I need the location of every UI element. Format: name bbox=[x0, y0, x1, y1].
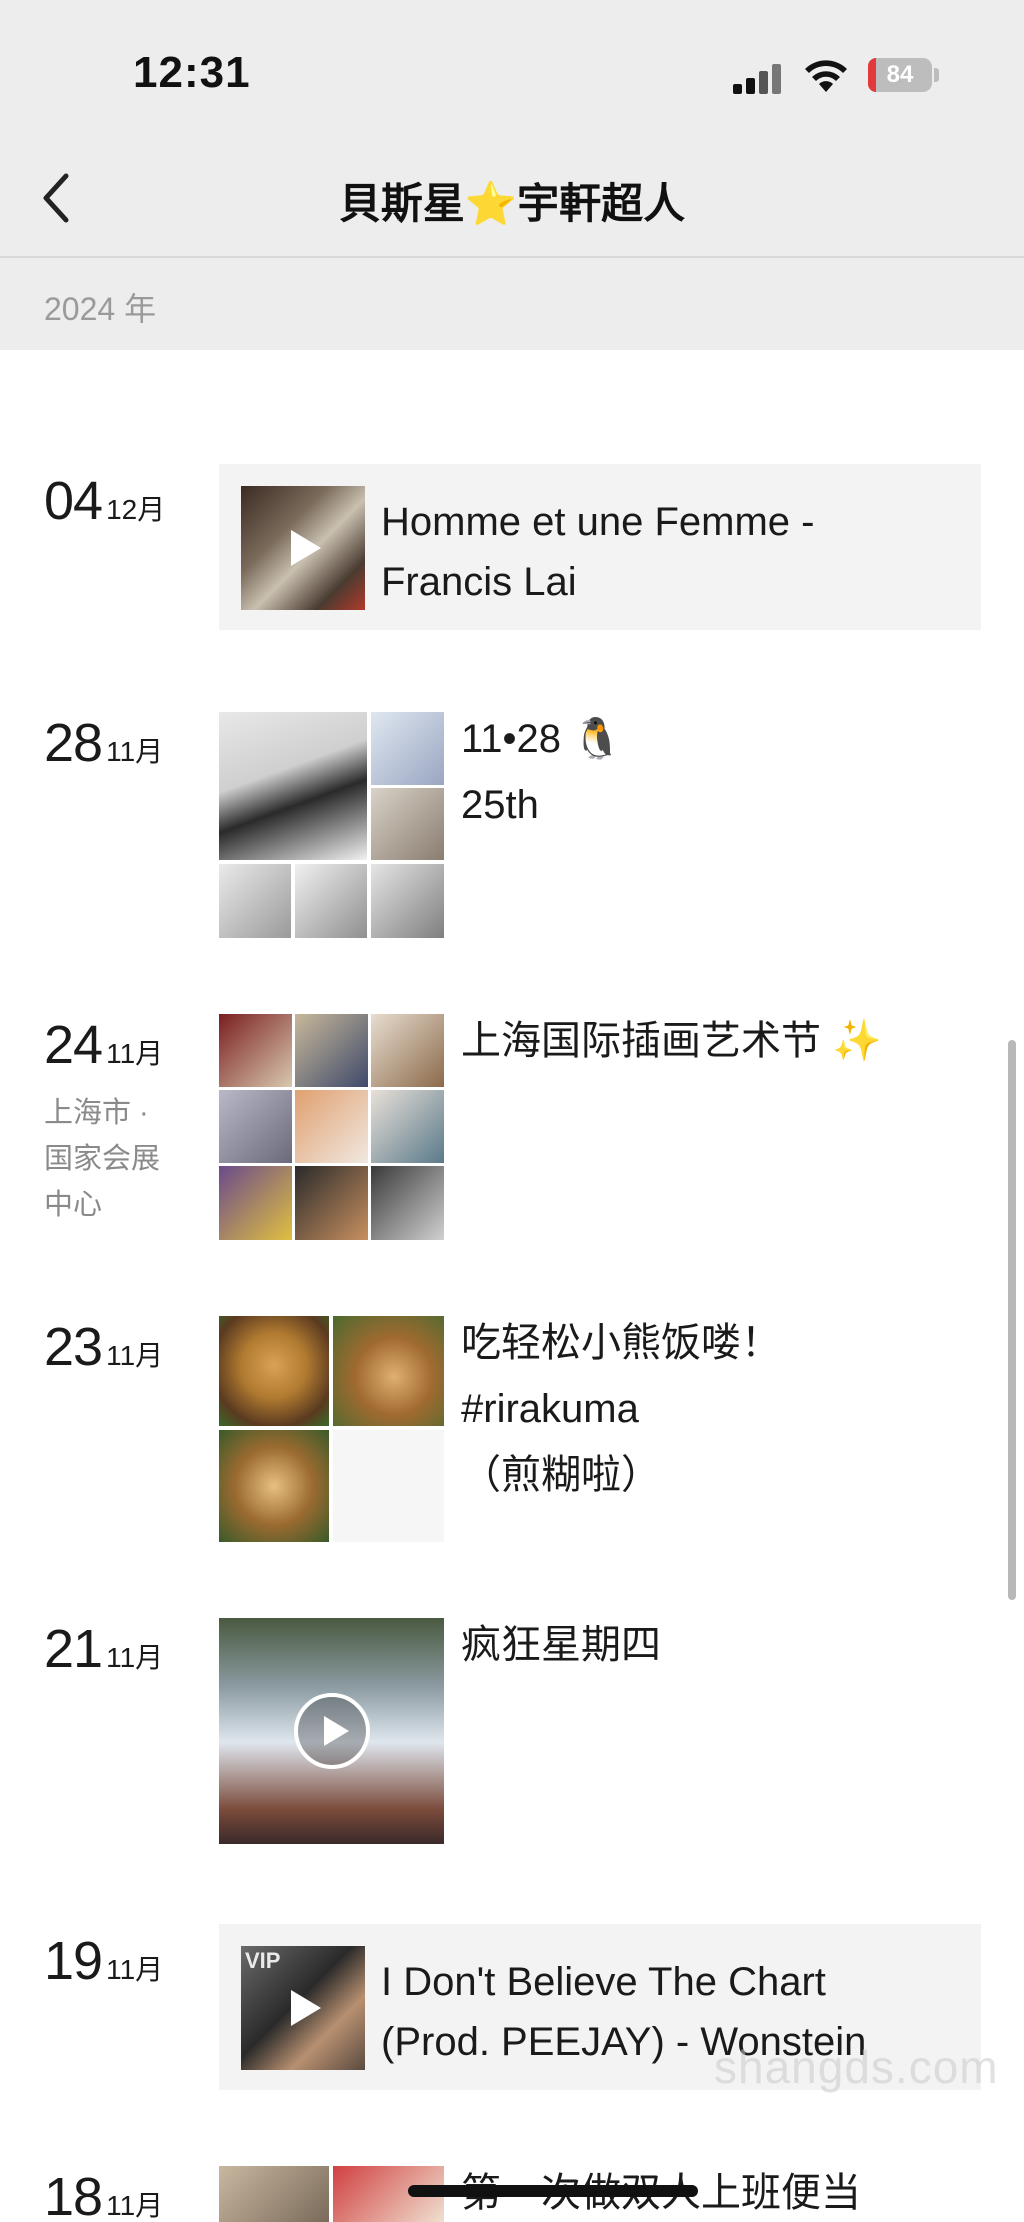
year-label: 2024 年 bbox=[44, 291, 157, 327]
date-day: 04 bbox=[44, 471, 103, 531]
date-day: 18 bbox=[44, 2167, 103, 2222]
photo-thumbnail bbox=[219, 864, 291, 938]
post-text: 11•28 🐧 25th bbox=[461, 706, 981, 838]
music-title: Homme et une Femme - Francis Lai bbox=[381, 492, 971, 612]
date-month: 11月 bbox=[106, 736, 164, 767]
date-day: 23 bbox=[44, 1317, 103, 1377]
top-bar: 12:31 84 貝斯星⭐宇軒超人 bbox=[0, 0, 1024, 258]
photo-thumbnail bbox=[219, 712, 367, 860]
post-text-line: （煎糊啦） bbox=[461, 1453, 661, 1497]
photo-thumbnail bbox=[371, 1090, 444, 1163]
photo-thumbnail bbox=[295, 1166, 368, 1240]
battery-icon: 84 bbox=[868, 58, 932, 92]
photo-thumbnail bbox=[219, 1316, 329, 1426]
post-text-line: 25th bbox=[461, 783, 539, 827]
wifi-icon bbox=[805, 60, 847, 92]
music-artist-line: Francis Lai bbox=[381, 560, 577, 604]
post-date: 28 11月 bbox=[44, 712, 163, 774]
date-month: 12月 bbox=[106, 494, 166, 525]
vip-badge: VIP bbox=[245, 1948, 281, 1973]
music-share-card[interactable]: Homme et une Femme - Francis Lai bbox=[219, 464, 981, 630]
photo-thumbnail bbox=[371, 788, 444, 860]
music-title-line: I Don't Believe The Chart bbox=[381, 1960, 826, 2004]
post-date: 23 11月 bbox=[44, 1316, 163, 1378]
year-section-header: 2024 年 bbox=[0, 258, 1024, 350]
music-title-line: Homme et une Femme - bbox=[381, 500, 815, 544]
play-icon bbox=[291, 1990, 321, 2026]
play-icon bbox=[291, 530, 321, 566]
date-day: 21 bbox=[44, 1619, 103, 1679]
cellular-signal-icon bbox=[733, 62, 785, 94]
post-text-line: #rirakuma bbox=[461, 1387, 639, 1431]
post-text: 上海国际插画艺术节 ✨ bbox=[461, 1008, 981, 1074]
post-text: 疯狂星期四 bbox=[461, 1612, 981, 1678]
photo-thumbnail bbox=[371, 864, 444, 938]
album-cover: VIP bbox=[241, 1946, 365, 2070]
photo-grid[interactable] bbox=[219, 712, 444, 938]
status-bar: 12:31 84 bbox=[0, 0, 1024, 150]
photo-thumbnail bbox=[333, 1430, 444, 1542]
location-line: 上海市 · bbox=[44, 1097, 149, 1129]
page-title: 貝斯星⭐宇軒超人 bbox=[0, 170, 1024, 231]
scrollbar[interactable] bbox=[1008, 1040, 1016, 1600]
date-day: 28 bbox=[44, 713, 103, 773]
post-date: 18 11月 bbox=[44, 2166, 163, 2222]
post-location[interactable]: 上海市 · 国家会展 中心 bbox=[44, 1090, 194, 1228]
battery-cap bbox=[934, 68, 939, 82]
title-part-left: 貝斯星 bbox=[338, 180, 465, 227]
photo-thumbnail bbox=[219, 1430, 329, 1542]
album-cover bbox=[241, 486, 365, 610]
post-text-line: 疯狂星期四 bbox=[461, 1623, 661, 1667]
location-line: 国家会展 bbox=[44, 1143, 161, 1175]
title-part-right: 宇軒超人 bbox=[517, 180, 686, 227]
photo-thumbnail bbox=[295, 1090, 368, 1163]
post-date: 04 12月 bbox=[44, 470, 165, 532]
date-month: 11月 bbox=[106, 2190, 164, 2221]
post-date: 21 11月 bbox=[44, 1618, 163, 1680]
post-text: 吃轻松小熊饭喽！ #rirakuma （煎糊啦） bbox=[461, 1310, 981, 1508]
date-day: 24 bbox=[44, 1015, 103, 1075]
date-month: 11月 bbox=[106, 1954, 164, 1985]
photo-thumbnail bbox=[295, 864, 367, 938]
post-text-line: 上海国际插画艺术节 ✨ bbox=[461, 1019, 882, 1063]
video-play-icon bbox=[294, 1693, 370, 1769]
photo-thumbnail bbox=[295, 1014, 368, 1087]
post-text-line: 吃轻松小熊饭喽！ bbox=[461, 1321, 781, 1365]
home-indicator[interactable] bbox=[408, 2185, 698, 2197]
photo-grid[interactable] bbox=[219, 1316, 444, 1542]
date-month: 11月 bbox=[106, 1642, 164, 1673]
photo-thumbnail bbox=[219, 1166, 292, 1240]
photo-thumbnail bbox=[371, 1166, 444, 1240]
photo-thumbnail bbox=[333, 1316, 444, 1426]
video-thumbnail[interactable] bbox=[219, 1618, 444, 1844]
photo-thumbnail bbox=[219, 1090, 292, 1163]
photo-thumbnail bbox=[219, 1014, 292, 1087]
post-date: 24 11月 bbox=[44, 1014, 163, 1076]
status-time: 12:31 bbox=[133, 48, 251, 97]
post-text-line: 11•28 🐧 bbox=[461, 717, 622, 761]
star-icon: ⭐ bbox=[464, 180, 518, 227]
date-month: 11月 bbox=[106, 1038, 164, 1069]
post-date: 19 11月 bbox=[44, 1930, 163, 1992]
location-line: 中心 bbox=[44, 1189, 103, 1221]
photo-thumbnail bbox=[371, 1014, 444, 1087]
date-month: 11月 bbox=[106, 1340, 164, 1371]
battery-level: 84 bbox=[886, 61, 914, 88]
date-day: 19 bbox=[44, 1931, 103, 1991]
photo-thumbnail bbox=[371, 712, 444, 785]
photo-grid[interactable] bbox=[219, 1014, 444, 1240]
watermark: shangds.com bbox=[714, 2041, 999, 2093]
photo-thumbnail bbox=[219, 2166, 329, 2222]
